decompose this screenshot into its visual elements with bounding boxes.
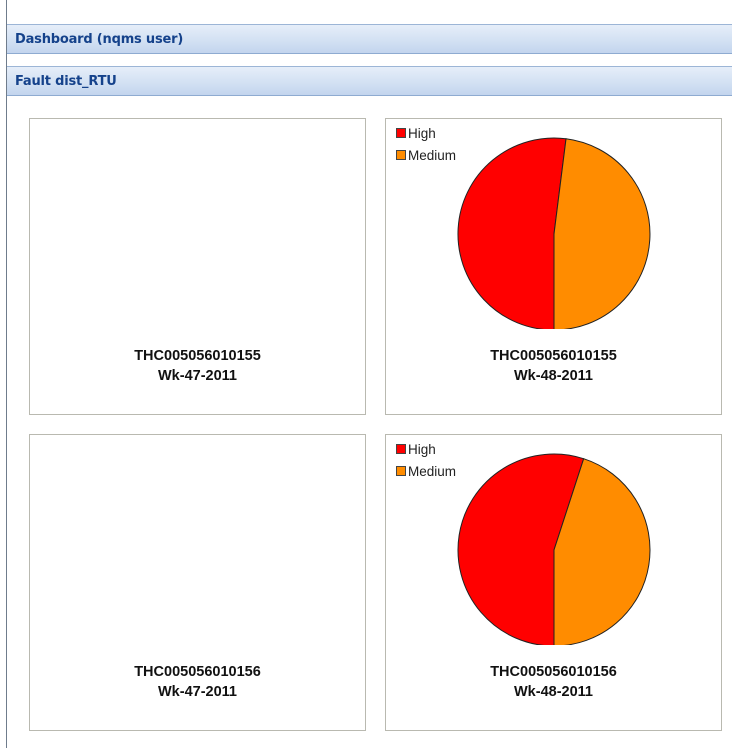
chart-panel-155-wk48: High Medium THC005056010155 Wk-48-2011 [385,118,722,415]
panel-caption: THC005056010155 Wk-48-2011 [386,346,721,386]
panel-caption: THC005056010156 Wk-47-2011 [30,662,365,702]
dashboard-title: Dashboard (nqms user) [15,32,184,47]
pie-chart [457,137,651,329]
legend-item-high: High [396,122,456,144]
chart-legend: High Medium [396,438,456,482]
legend-item-medium: Medium [396,460,456,482]
legend-swatch-medium [396,150,406,160]
legend-item-medium: Medium [396,144,456,166]
chart-legend: High Medium [396,122,456,166]
legend-item-high: High [396,438,456,460]
legend-swatch-high [396,444,406,454]
week-label: Wk-47-2011 [158,684,237,700]
fault-dist-title-bar[interactable]: Fault dist_RTU [7,66,732,96]
legend-label-high: High [408,441,436,457]
legend-label-medium: Medium [408,147,457,163]
window-left-border [0,0,7,748]
week-label: Wk-47-2011 [158,368,237,384]
pie-slice-high [457,137,567,329]
chart-panel-155-wk47: THC005056010155 Wk-47-2011 [29,118,366,415]
device-id-label: THC005056010155 [134,348,261,364]
fault-dist-title: Fault dist_RTU [15,74,117,89]
dashboard-title-bar[interactable]: Dashboard (nqms user) [7,24,732,54]
legend-label-high: High [408,125,436,141]
device-id-label: THC005056010156 [134,664,261,680]
pie-slice-medium [553,138,651,329]
panel-caption: THC005056010156 Wk-48-2011 [386,662,721,702]
chart-panel-156-wk47: THC005056010156 Wk-47-2011 [29,434,366,731]
pie-chart [457,453,651,645]
legend-swatch-medium [396,466,406,476]
week-label: Wk-48-2011 [514,684,593,700]
week-label: Wk-48-2011 [514,368,593,384]
device-id-label: THC005056010156 [490,664,617,680]
legend-swatch-high [396,128,406,138]
panel-caption: THC005056010155 Wk-47-2011 [30,346,365,386]
device-id-label: THC005056010155 [490,348,617,364]
chart-panel-156-wk48: High Medium THC005056010156 Wk-48-2011 [385,434,722,731]
legend-label-medium: Medium [408,463,457,479]
